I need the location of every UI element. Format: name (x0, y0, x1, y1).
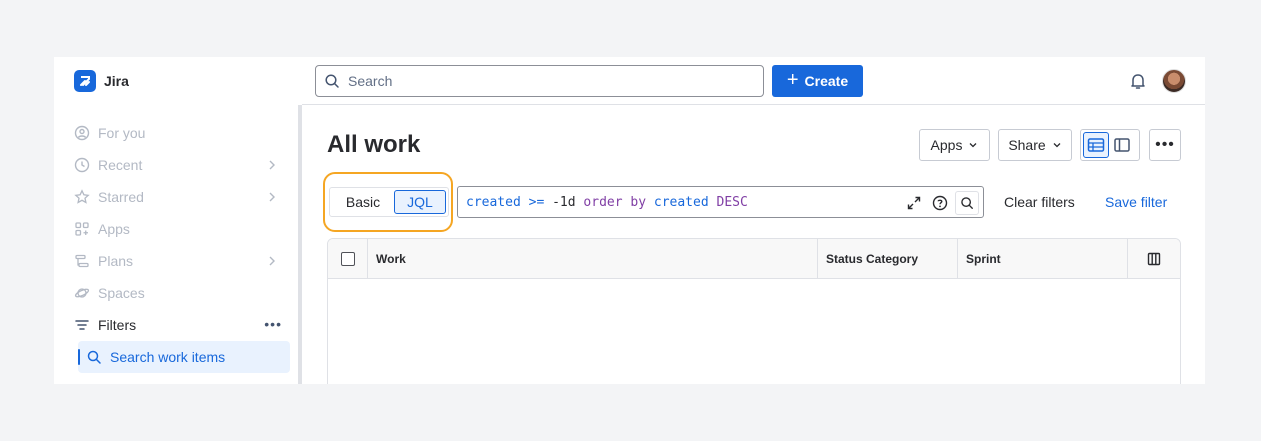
create-button[interactable]: + Create (772, 65, 863, 97)
search-icon (961, 197, 973, 209)
avatar[interactable] (1162, 69, 1186, 93)
jql-field: created (466, 194, 521, 210)
sidebar-item-plans[interactable]: Plans (70, 245, 290, 277)
table-view-icon (1087, 138, 1105, 152)
jql-editor[interactable]: created >= -1d order by created DESC (457, 186, 984, 218)
jql-actions (899, 191, 979, 215)
chevron-right-icon[interactable] (266, 159, 278, 171)
view-toggle (1080, 129, 1140, 161)
apps-button-label: Apps (930, 137, 963, 153)
select-all-checkbox[interactable] (340, 252, 355, 266)
sidebar-item-filters[interactable]: Filters ••• (70, 309, 290, 341)
table-header: Work Status Category Sprint (328, 239, 1180, 279)
chevron-down-icon (969, 143, 977, 148)
app-window: Jira For you Recent Starred Apps Plans S… (54, 57, 1205, 384)
search-submit-button[interactable] (955, 191, 979, 215)
detail-view-button[interactable] (1109, 132, 1135, 158)
plus-icon: + (786, 69, 799, 91)
sidebar-item-search-work-items[interactable]: Search work items (78, 341, 290, 373)
more-actions-button[interactable]: ••• (1149, 129, 1181, 161)
planet-icon (74, 285, 90, 301)
main-content: All work Apps Share ••• Basic JQL create… (302, 105, 1205, 384)
search-icon (325, 74, 339, 88)
sidebar-item-label: Filters (98, 317, 137, 333)
jql-value: -1d (552, 194, 576, 210)
select-all-cell (328, 239, 368, 279)
sidebar-item-label: Spaces (98, 285, 145, 301)
clock-icon (74, 157, 90, 173)
top-bar: + Create (302, 57, 1205, 105)
help-icon[interactable] (929, 192, 951, 214)
column-header-work[interactable]: Work (368, 239, 818, 279)
sidebar-item-label: Recent (98, 157, 143, 173)
clear-filters-button[interactable]: Clear filters (1004, 194, 1075, 210)
chevron-right-icon[interactable] (266, 191, 278, 203)
person-circle-icon (74, 125, 90, 141)
search-mode-toggle: Basic JQL (329, 187, 449, 217)
notifications-bell-icon[interactable] (1128, 71, 1148, 91)
columns-icon (1147, 252, 1161, 266)
column-header-status-category[interactable]: Status Category (818, 239, 958, 279)
jql-keyword-order: order (583, 194, 623, 210)
sidebar-item-recent[interactable]: Recent (70, 149, 290, 181)
sidebar-item-label: Search work items (110, 349, 226, 365)
chevron-down-icon (1053, 143, 1061, 148)
more-icon: ••• (1155, 136, 1175, 153)
sidebar-item-apps[interactable]: Apps (70, 213, 290, 245)
work-items-table: Work Status Category Sprint (327, 238, 1181, 384)
sidebar-item-starred[interactable]: Starred (70, 181, 290, 213)
detail-view-icon (1114, 138, 1130, 152)
expand-icon[interactable] (903, 192, 925, 214)
sidebar-item-label: Starred (98, 189, 144, 205)
sidebar-item-label: Apps (98, 221, 130, 237)
jira-logo-icon (74, 70, 96, 92)
search-icon (86, 349, 102, 365)
jql-keyword-by: by (630, 194, 647, 210)
list-view-button[interactable] (1083, 132, 1109, 158)
column-header-sprint[interactable]: Sprint (958, 239, 1128, 279)
sidebar: Jira For you Recent Starred Apps Plans S… (54, 57, 302, 384)
more-icon[interactable]: ••• (264, 316, 282, 332)
brand-name: Jira (104, 73, 129, 89)
sidebar-item-label: For you (98, 125, 146, 141)
sidebar-item-for-you[interactable]: For you (70, 117, 290, 149)
create-button-label: Create (804, 73, 849, 89)
column-picker-button[interactable] (1128, 239, 1180, 279)
sidebar-item-label: Plans (98, 253, 134, 269)
star-icon (74, 189, 90, 205)
global-search[interactable] (315, 65, 764, 97)
apps-button[interactable]: Apps (919, 129, 990, 161)
basic-mode-button[interactable]: Basic (332, 190, 394, 214)
sidebar-nav: For you Recent Starred Apps Plans Spaces… (70, 117, 290, 373)
jql-sort-direction: DESC (716, 194, 748, 210)
plans-icon (74, 253, 90, 269)
apps-grid-icon (74, 221, 90, 237)
sidebar-item-spaces[interactable]: Spaces (70, 277, 290, 309)
share-button-label: Share (1008, 137, 1046, 153)
jql-mode-button[interactable]: JQL (394, 190, 446, 214)
search-input[interactable] (348, 73, 748, 89)
jql-sort-field: created (653, 194, 709, 210)
chevron-right-icon[interactable] (266, 255, 278, 267)
share-button[interactable]: Share (998, 129, 1072, 161)
brand[interactable]: Jira (74, 70, 129, 92)
filter-icon (74, 317, 90, 333)
page-title: All work (327, 131, 421, 158)
jql-operator: >= (528, 194, 545, 210)
save-filter-button[interactable]: Save filter (1105, 194, 1167, 210)
